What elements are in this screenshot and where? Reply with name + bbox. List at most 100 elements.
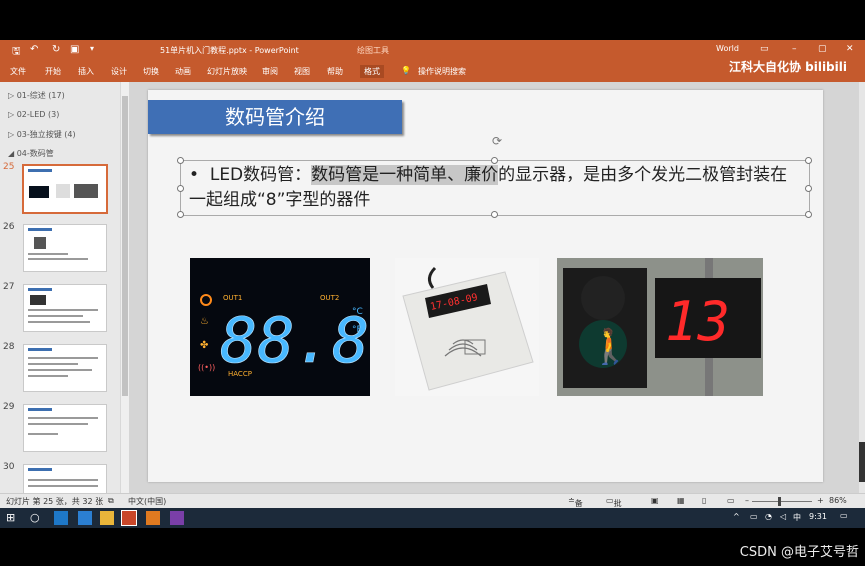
zoom-in-icon[interactable]: + [817,496,824,505]
traffic-signal-image[interactable]: 🚶 13 [557,258,763,396]
zoom-level[interactable]: 86% [829,496,847,505]
resize-handle[interactable] [177,211,184,218]
slide-thumbnail-25[interactable] [22,164,108,214]
app2-icon[interactable] [170,511,184,525]
slide-counter: 幻灯片 第 25 张，共 32 张 [6,497,104,506]
slide-number: 25 [3,162,15,172]
account-name[interactable]: World [716,44,739,53]
slide-thumbnail-pane: ▷ 01-综述 (17) ▷ 02-LED (3) ▷ 03-独立按键 (4) … [0,82,120,512]
countdown-digits: 13 [665,290,730,353]
zoom-out-icon[interactable]: – [745,496,749,505]
context-tab-label: 绘图工具 [357,46,389,55]
top-black-band [0,0,865,40]
windows-start-icon[interactable]: ⊞ [6,511,20,525]
status-bar: 幻灯片 第 25 张，共 32 张 ⧉ 中文(中国) ≐ 备注 ▭ 批注 ▣ ▦… [0,493,865,519]
file-explorer-icon[interactable] [100,511,114,525]
slide-number: 30 [3,462,15,472]
close-icon[interactable]: ✕ [846,44,854,54]
section-01[interactable]: ▷ 01-综述 (17) [8,90,65,101]
slide-sorter-icon[interactable]: ▦ [677,496,685,505]
slide-body-text: • LED数码管：数码管是一种简单、廉价的显示器，是由多个发光二极管封装在一起组… [189,163,799,213]
out1-label: OUT1 [223,294,242,302]
ribbon-display-icon[interactable]: ▭ [760,44,769,54]
resize-handle[interactable] [177,157,184,164]
language-indicator[interactable]: 中文(中国) [128,496,166,507]
zoom-slider[interactable] [752,501,812,502]
selected-text-box[interactable]: • LED数码管：数码管是一种简单、廉价的显示器，是由多个发光二极管封装在一起组… [177,157,812,218]
svg-text:((•)): ((•)) [198,363,215,372]
csdn-watermark: CSDN @电子艾号哲 [739,545,859,560]
save-icon[interactable]: 🖫 [12,44,21,61]
lightbulb-icon: 💡 [401,66,411,75]
store-icon[interactable] [78,511,92,525]
resize-handle[interactable] [177,185,184,192]
wifi-icon[interactable]: ◔ [765,512,772,521]
zoom-slider-thumb[interactable] [778,497,781,506]
search-icon[interactable]: ○ [30,511,44,525]
resize-handle[interactable] [805,211,812,218]
edge-icon[interactable] [54,511,68,525]
minimize-icon[interactable]: – [792,44,797,54]
brand-watermark: 江科大自化协 bilibili [728,60,847,74]
tab-animations[interactable]: 动画 [175,66,191,77]
section-03[interactable]: ▷ 03-独立按键 (4) [8,129,76,140]
section-02[interactable]: ▷ 02-LED (3) [8,110,59,119]
celsius-label: °C [352,307,363,317]
text-prefix: LED数码管： [209,165,312,185]
notes-button[interactable]: ≐ 备注 [568,496,583,519]
led-display-image[interactable]: ♨ ✤ ((•)) OUT1 OUT2 HACCP 88.8 °C °F [190,258,370,396]
svg-text:🚶: 🚶 [589,327,631,367]
tab-design[interactable]: 设计 [111,66,127,77]
ime-indicator[interactable]: 中 [793,512,801,523]
tab-view[interactable]: 视图 [294,66,310,77]
slide-scrollbar[interactable] [859,82,865,493]
tab-format[interactable]: 格式 [360,65,384,78]
slide-thumbnail-29[interactable] [23,404,107,452]
tab-slideshow[interactable]: 幻灯片放映 [207,66,247,77]
powerpoint-icon[interactable] [121,510,137,526]
card-reader-image[interactable]: 17-08-09 [395,258,539,396]
tab-file[interactable]: 文件 [10,66,26,77]
tab-help[interactable]: 帮助 [327,66,343,77]
slide-thumbnail-27[interactable] [23,284,107,332]
clock[interactable]: 9:31 [809,512,827,521]
slideshow-icon[interactable]: ▭ [727,496,735,505]
resize-handle[interactable] [805,185,812,192]
volume-icon[interactable]: ◁ [780,512,786,521]
slide-thumbnail-28[interactable] [23,344,107,392]
comments-button[interactable]: ▭ 批注 [606,496,622,519]
bullet-point: • [189,165,200,185]
fahrenheit-label: °F [352,325,362,335]
redo-icon[interactable]: ↻ [52,44,60,55]
windows-taskbar: ⊞ ○ ^ ▭ ◔ ◁ 中 9:31 ▭ [0,508,865,528]
maximize-icon[interactable]: ▢ [818,44,827,54]
tab-review[interactable]: 审阅 [262,66,278,77]
bottom-black-band [0,528,865,566]
resize-handle[interactable] [805,157,812,164]
section-04[interactable]: ◢ 04-数码管 [8,148,54,159]
slide-number: 28 [3,342,15,352]
app-icon[interactable] [146,511,160,525]
window-title: 51单片机入门教程.pptx - PowerPoint [160,46,299,55]
slide-title[interactable]: 数码管介绍 [148,100,402,134]
slide-canvas: 数码管介绍 ⟳ • LED数码管：数码管是一种简单、廉价的显示器，是由多个发光二… [148,90,823,482]
slide-thumbnail-26[interactable] [23,224,107,272]
undo-icon[interactable]: ↶ [30,44,38,55]
tell-me-search[interactable]: 操作说明搜索 [418,66,466,77]
tab-insert[interactable]: 插入 [78,66,94,77]
tab-home[interactable]: 开始 [45,66,61,77]
tab-transitions[interactable]: 切换 [143,66,159,77]
highlighted-text: 数码管是一种简单、廉价 [311,165,499,185]
svg-text:✤: ✤ [200,340,208,351]
slide-number: 29 [3,402,15,412]
accessibility-icon[interactable]: ⧉ [108,496,114,506]
start-from-beginning-icon[interactable]: ▣ [70,44,79,55]
notification-icon[interactable]: ▭ [840,511,848,520]
normal-view-icon[interactable]: ▣ [651,496,659,505]
battery-icon[interactable]: ▭ [750,512,758,521]
customize-qat-icon[interactable]: ▾ [90,44,94,53]
slide-number: 26 [3,222,15,232]
tray-chevron-icon[interactable]: ^ [733,512,740,521]
reading-view-icon[interactable]: ▯ [702,496,706,505]
rotate-handle-icon[interactable]: ⟳ [492,134,502,148]
